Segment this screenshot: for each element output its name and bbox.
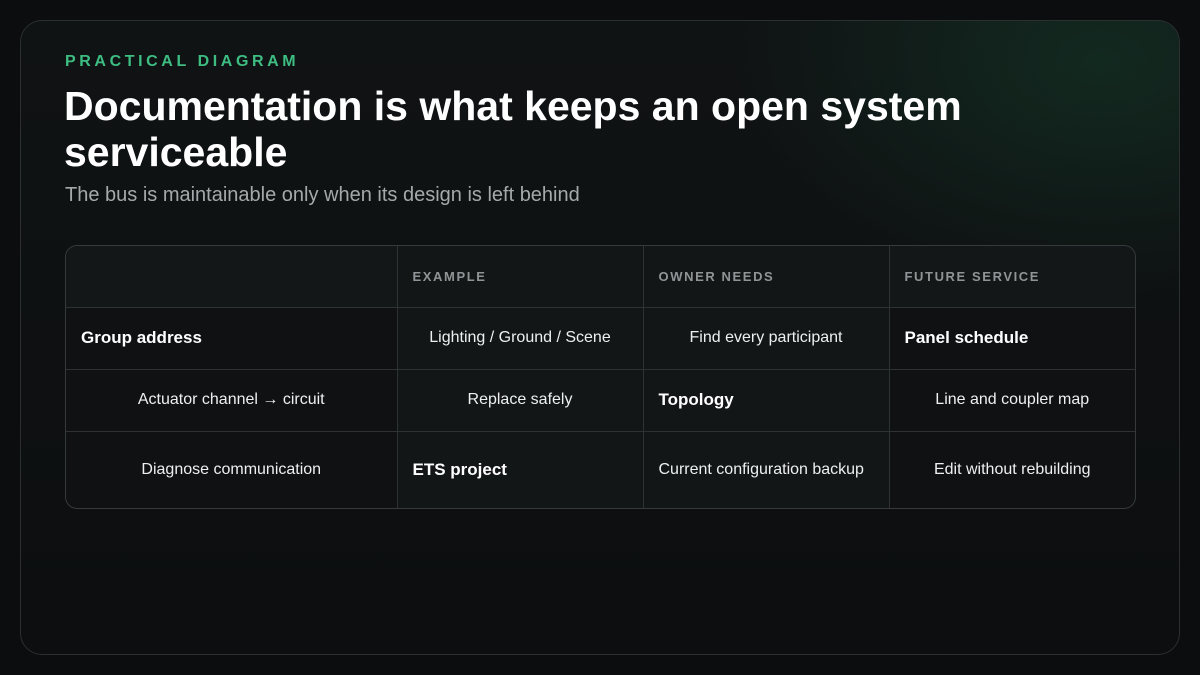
header-cell-blank	[66, 246, 398, 308]
page-subtitle: The bus is maintainable only when its de…	[65, 184, 580, 206]
table-cell: ETS project	[397, 431, 644, 508]
page-title: Documentation is what keeps an open syst…	[64, 83, 962, 175]
table-cell: Edit without rebuilding	[933, 460, 1091, 478]
table-cell: Replace safely	[397, 369, 644, 432]
header-cell-owner-needs: OWNER NEEDS	[643, 246, 890, 308]
header-cell-example: EXAMPLE	[397, 246, 644, 308]
table-row: Diagnose communication ETS project Curre…	[66, 431, 1135, 508]
table-row: Actuator channel → circuit Replace safel…	[66, 369, 1135, 432]
header-cell-future-service: FUTURE SERVICE	[889, 246, 1135, 308]
table-cell: Find every participant	[643, 307, 890, 370]
table-cell: Actuator channel → circuit	[66, 369, 398, 432]
table-row: Group address Lighting / Ground / Scene …	[66, 307, 1135, 370]
table-cell: Lighting / Ground / Scene	[397, 307, 644, 370]
table-cell: Group address	[66, 307, 398, 370]
table-cell: Current configuration backup	[643, 431, 890, 508]
table-header-row: EXAMPLE OWNER NEEDS FUTURE SERVICE	[66, 246, 1135, 308]
table-cell: Panel schedule	[889, 307, 1135, 370]
slide: PRACTICAL DIAGRAM Documentation is what …	[20, 20, 1180, 655]
eyebrow-label: PRACTICAL DIAGRAM	[65, 53, 300, 70]
table-cell: Diagnose communication	[66, 431, 398, 508]
comparison-table: EXAMPLE OWNER NEEDS FUTURE SERVICE Group…	[65, 245, 1136, 509]
table-cell: Line and coupler map	[889, 369, 1135, 432]
table-cell: Topology	[643, 369, 890, 432]
